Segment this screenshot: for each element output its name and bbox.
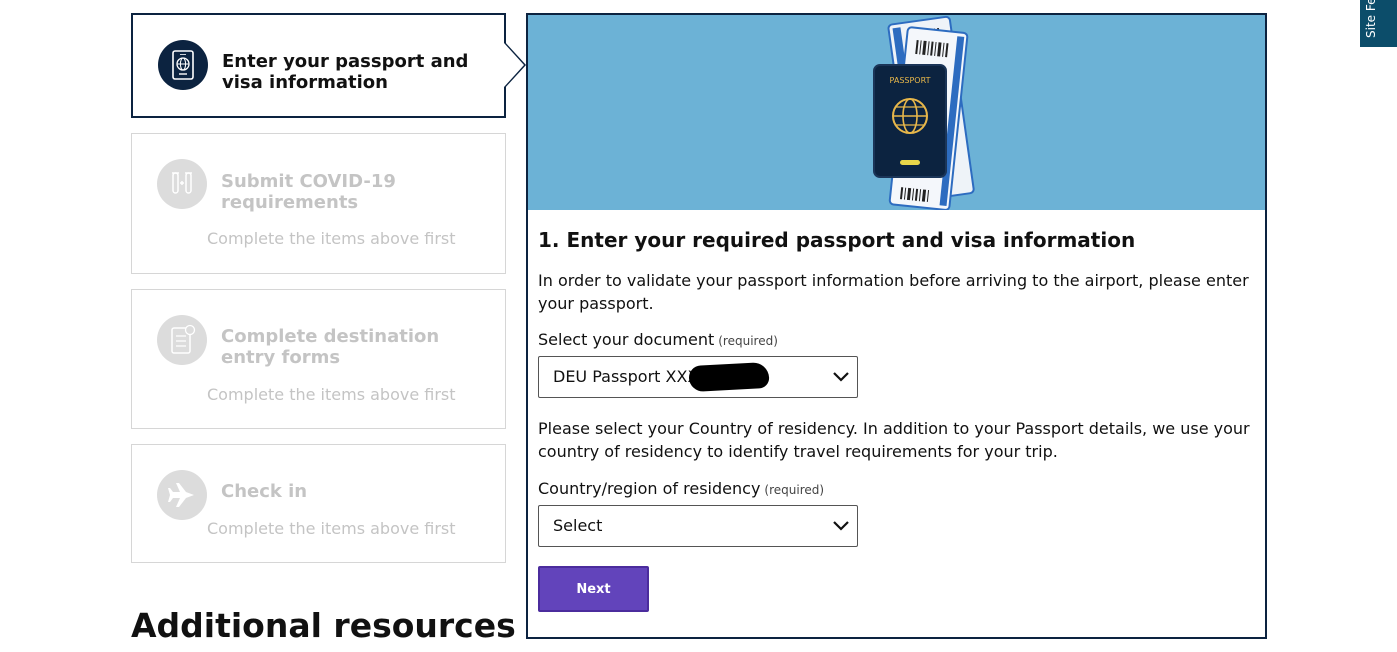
step-destination-forms: Complete destination entry forms Complet…	[131, 289, 506, 429]
test-tubes-icon	[157, 159, 207, 209]
additional-resources-heading: Additional resources	[131, 606, 516, 645]
document-select-value: DEU Passport XXX	[553, 367, 699, 386]
airplane-icon	[157, 470, 207, 520]
residency-label: Country/region of residency (required)	[538, 479, 825, 498]
document-label: Select your document (required)	[538, 330, 778, 349]
step-title: Enter your passport and visa information	[222, 51, 469, 93]
next-button[interactable]: Next	[538, 566, 649, 612]
panel-title: 1. Enter your required passport and visa…	[538, 228, 1136, 252]
hero-illustration: PASSPORT	[528, 15, 1265, 210]
required-indicator: (required)	[764, 483, 825, 497]
step-covid-requirements: Submit COVID-19 requirements Complete th…	[131, 133, 506, 274]
document-select[interactable]: DEU Passport XXX	[538, 356, 858, 398]
step-hint: Complete the items above first	[207, 229, 456, 248]
redaction-mark	[688, 361, 770, 393]
step-passport-visa[interactable]: Enter your passport and visa information	[131, 13, 506, 118]
panel-description: In order to validate your passport infor…	[538, 271, 1249, 313]
step-title: Submit COVID-19 requirements	[221, 171, 396, 213]
required-indicator: (required)	[718, 334, 778, 348]
passport-visa-panel: PASSPORT 1. Enter your required passport…	[526, 13, 1267, 639]
site-feedback-tab[interactable]: Site Feedback	[1360, 0, 1397, 47]
step-title: Complete destination entry forms	[221, 326, 440, 368]
chevron-down-icon	[831, 517, 851, 539]
residency-select[interactable]: Select	[538, 505, 858, 547]
residency-select-value: Select	[553, 516, 603, 535]
step-check-in: Check in Complete the items above first	[131, 444, 506, 563]
chevron-down-icon	[831, 368, 851, 390]
step-title: Check in	[221, 481, 308, 502]
passport-icon	[158, 40, 208, 90]
step-hint: Complete the items above first	[207, 519, 456, 538]
site-feedback-label: Site Feedback	[1364, 0, 1378, 38]
residency-description: Please select your Country of residency.…	[538, 419, 1250, 461]
hero-passport-label: PASSPORT	[890, 76, 931, 85]
step-hint: Complete the items above first	[207, 385, 456, 404]
form-checklist-icon	[157, 315, 207, 365]
